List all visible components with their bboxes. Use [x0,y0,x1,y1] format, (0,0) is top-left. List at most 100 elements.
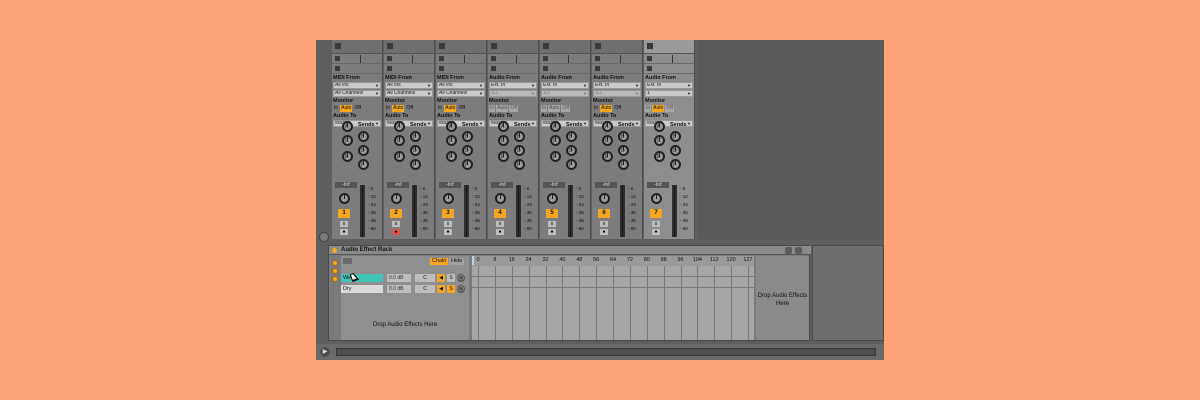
stop-clip-icon[interactable] [387,56,392,61]
clip-slot[interactable] [384,40,434,54]
chain-pan[interactable]: C [415,285,435,293]
stop-clip-icon[interactable] [335,56,340,61]
volume-field[interactable]: -Inf [491,182,513,188]
arm-button[interactable]: ● [392,229,400,235]
chain-button[interactable]: Chain [430,258,449,265]
stop-clip-icon[interactable] [543,56,548,61]
zone-ruler[interactable]: 0 8 16 24 32 40 48 56 64 72 80 88 96 104 112 120 127 [472,256,754,265]
monitor-off-button[interactable]: Off [665,105,675,112]
clip-slot[interactable] [592,54,642,64]
show-devices-icon[interactable] [332,276,338,282]
clip-slot[interactable] [592,40,642,54]
solo-button[interactable]: S [600,221,608,227]
pan-knob[interactable] [495,193,506,204]
stop-clip-icon[interactable] [335,66,340,71]
track-delay-toggle[interactable] [319,232,329,242]
stop-clip-icon[interactable] [595,56,600,61]
level-meter[interactable] [672,185,677,237]
monitor-in-button[interactable]: In [489,105,496,112]
arm-button[interactable]: ● [548,229,556,235]
chain-hotswap-icon[interactable]: ◯ [457,285,465,293]
clip-slot[interactable] [592,64,642,74]
monitor-in-button[interactable]: In [593,105,599,112]
solo-button[interactable]: S [444,221,452,227]
input-select[interactable]: Ext. In ▼ [645,82,693,89]
stop-clip-icon[interactable] [491,66,496,71]
input-channel-select[interactable]: All Channels ▼ [333,90,381,97]
stop-clip-icon[interactable] [387,66,392,71]
volume-field[interactable]: -Inf [595,182,617,188]
input-channel-select[interactable]: All Channels ▼ [437,90,485,97]
stop-clip-icon[interactable] [491,56,496,61]
device-chain-empty[interactable] [812,245,884,341]
clip-slot[interactable] [384,54,434,64]
pan-knob[interactable] [651,193,662,204]
chain-volume[interactable]: 0.0 dB [387,274,411,282]
input-channel-select[interactable]: 1/2 ▼ [489,90,537,97]
solo-button[interactable]: S [340,221,348,227]
level-meter[interactable] [412,185,417,237]
stop-clip-icon[interactable] [647,66,652,71]
chain-solo-button[interactable]: S [447,274,455,282]
arm-button[interactable]: ● [496,229,504,235]
solo-button[interactable]: S [392,221,400,227]
level-meter[interactable] [360,185,365,237]
clip-slot[interactable] [644,64,694,74]
level-meter[interactable] [516,185,521,237]
stop-clip-icon[interactable] [647,56,652,61]
clip-slot[interactable] [540,40,590,54]
device-scrollbar[interactable] [336,348,876,356]
arm-button[interactable]: ● [444,229,452,235]
monitor-auto-button[interactable]: Auto [392,105,405,112]
input-select[interactable]: Ext. In ▼ [541,82,589,89]
save-preset-icon[interactable] [785,247,792,254]
monitor-off-button[interactable]: Off [509,105,519,112]
hide-button[interactable]: Hide [449,258,465,265]
clip-slot[interactable] [488,40,538,54]
hot-swap-icon[interactable] [795,247,802,254]
stop-clip-icon[interactable] [543,66,548,71]
track-activator-button[interactable]: 4 [494,209,506,218]
input-channel-select[interactable]: 1 ▼ [645,90,693,97]
volume-field[interactable]: -Inf [387,182,409,188]
monitor-auto-button[interactable]: Auto [496,105,509,112]
volume-field[interactable]: -Inf [543,182,565,188]
track-activator-button[interactable]: 3 [442,209,454,218]
track-activator-button[interactable]: 5 [546,209,558,218]
pan-knob[interactable] [547,193,558,204]
stop-clip-icon[interactable] [491,43,497,49]
chain-volume[interactable]: 0.0 dB [387,285,411,293]
clip-slot[interactable] [540,54,590,64]
stop-clip-icon[interactable] [439,56,444,61]
chain-pan[interactable]: C [415,274,435,282]
input-select[interactable]: All Ins ▼ [333,82,381,89]
input-select[interactable]: Ext. In ▼ [489,82,537,89]
pan-knob[interactable] [391,193,402,204]
stop-clip-icon[interactable] [439,66,444,71]
input-channel-select[interactable]: 1/2 ▼ [593,90,641,97]
clip-slot[interactable] [332,40,382,54]
monitor-in-button[interactable]: In [333,105,339,112]
chain-name[interactable]: Dry [341,285,383,293]
play-icon[interactable]: ▶ [320,347,330,357]
show-macros-icon[interactable] [332,260,338,266]
level-meter[interactable] [620,185,625,237]
monitor-off-button[interactable]: Off [613,105,622,112]
clip-slot[interactable] [436,64,486,74]
solo-button[interactable]: S [496,221,504,227]
auto-select-icon[interactable] [343,258,352,264]
clip-slot[interactable] [540,64,590,74]
clip-slot[interactable] [384,64,434,74]
monitor-off-button[interactable]: Off [561,105,571,112]
monitor-off-button[interactable]: Off [405,105,414,112]
track-activator-button[interactable]: 2 [390,209,402,218]
clip-slot[interactable] [644,40,694,54]
level-meter[interactable] [464,185,469,237]
stop-clip-icon[interactable] [439,43,445,49]
show-chains-icon[interactable] [332,268,338,274]
stop-clip-icon[interactable] [543,43,549,49]
input-select[interactable]: Ext. In ▼ [593,82,641,89]
pan-knob[interactable] [339,193,350,204]
chain-row-wet[interactable]: Wet 0.0 dB C ◀ S ◯ [341,274,469,282]
zone-grid[interactable] [472,266,754,340]
